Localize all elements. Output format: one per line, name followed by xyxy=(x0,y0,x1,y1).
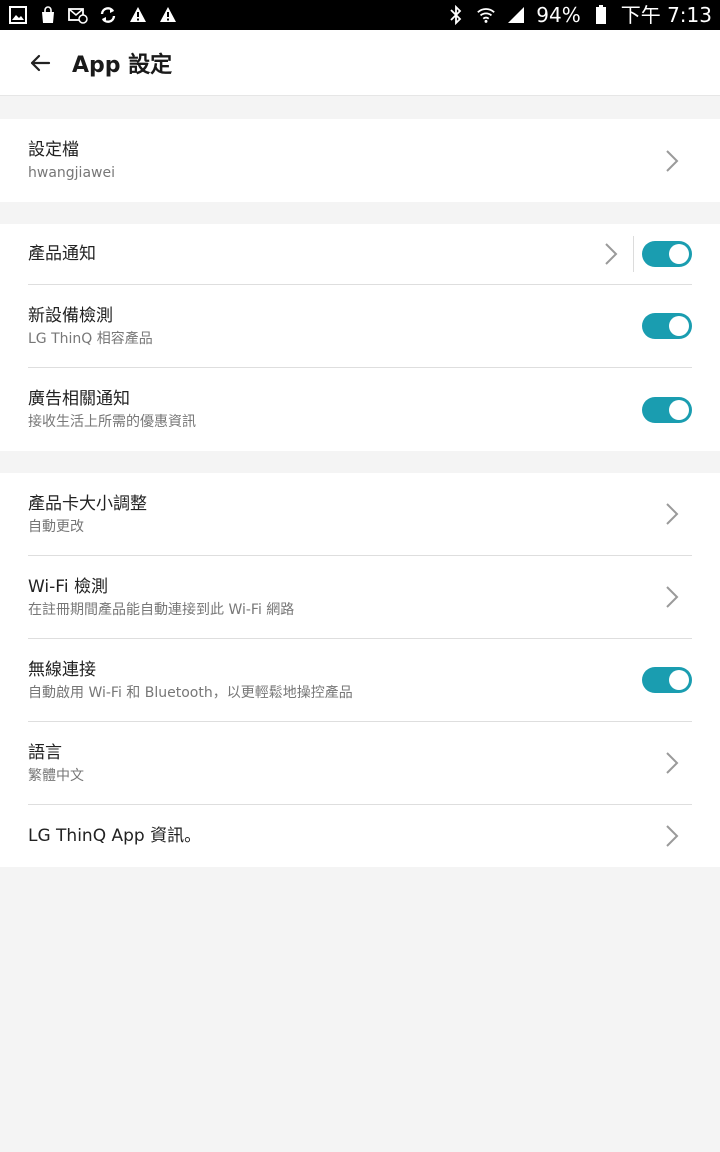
wireless-connection-row[interactable]: 無線連接 自動啟用 Wi-Fi 和 Bluetooth，以更輕鬆地操控產品 xyxy=(28,639,692,722)
product-notification-title: 產品通知 xyxy=(28,244,96,264)
product-notification-row[interactable]: 產品通知 xyxy=(28,224,692,285)
new-device-detection-subtitle: LG ThinQ 相容產品 xyxy=(28,330,153,347)
toggle-knob xyxy=(669,670,689,690)
signal-icon xyxy=(506,5,526,25)
language-value: 繁體中文 xyxy=(28,767,84,784)
general-section: 產品卡大小調整 自動更改 Wi-Fi 檢測 在註冊期間產品能自動連接到此 Wi-… xyxy=(0,473,720,867)
new-device-detection-row[interactable]: 新設備檢測 LG ThinQ 相容產品 xyxy=(28,285,692,368)
status-bar-left xyxy=(8,5,178,25)
warning-icon xyxy=(158,5,178,25)
product-notification-controls xyxy=(599,236,692,272)
chevron-right-icon[interactable] xyxy=(599,242,623,266)
wifi-detection-row[interactable]: Wi-Fi 檢測 在註冊期間產品能自動連接到此 Wi-Fi 網路 xyxy=(28,556,692,639)
profile-row[interactable]: 設定檔 hwangjiawei xyxy=(28,119,692,202)
app-bar: App 設定 xyxy=(0,30,720,96)
wifi-icon xyxy=(476,5,496,25)
toggle-knob xyxy=(669,316,689,336)
wireless-connection-toggle[interactable] xyxy=(642,667,692,693)
chevron-right-icon xyxy=(660,585,684,609)
page-title: App 設定 xyxy=(72,52,173,78)
battery-icon xyxy=(591,5,611,25)
status-bar: 94% 下午 7:13 xyxy=(0,0,720,30)
new-device-detection-toggle[interactable] xyxy=(642,313,692,339)
back-button[interactable] xyxy=(12,35,68,91)
toggle-knob xyxy=(669,399,689,420)
product-notification-toggle[interactable] xyxy=(642,241,692,267)
language-row[interactable]: 語言 繁體中文 xyxy=(28,722,692,805)
app-info-row[interactable]: LG ThinQ App 資訊。 xyxy=(28,805,692,867)
chevron-right-icon xyxy=(660,502,684,526)
bluetooth-icon xyxy=(446,5,466,25)
gallery-icon xyxy=(8,5,28,25)
ad-notification-subtitle: 接收生活上所需的優惠資訊 xyxy=(28,414,196,430)
battery-percent: 94% xyxy=(536,3,581,27)
toggle-knob xyxy=(669,244,689,264)
card-size-title: 產品卡大小調整 xyxy=(28,493,147,514)
language-title: 語言 xyxy=(28,742,62,763)
arrow-left-icon xyxy=(30,54,51,71)
warning-icon xyxy=(128,5,148,25)
mail-icon xyxy=(68,5,88,25)
wireless-connection-title: 無線連接 xyxy=(28,659,96,680)
chevron-right-icon xyxy=(660,149,684,173)
wifi-detection-subtitle: 在註冊期間產品能自動連接到此 Wi-Fi 網路 xyxy=(28,601,295,618)
new-device-detection-title: 新設備檢測 xyxy=(28,305,113,326)
app-info-title: LG ThinQ App 資訊。 xyxy=(28,826,202,846)
ad-notification-row[interactable]: 廣告相關通知 接收生活上所需的優惠資訊 xyxy=(28,368,692,451)
wifi-detection-title: Wi-Fi 檢測 xyxy=(28,576,108,597)
ad-notification-toggle[interactable] xyxy=(642,396,692,423)
clock: 下午 7:13 xyxy=(620,3,712,27)
bag-icon xyxy=(38,5,58,25)
profile-section: 設定檔 hwangjiawei xyxy=(0,119,720,202)
wireless-connection-subtitle: 自動啟用 Wi-Fi 和 Bluetooth，以更輕鬆地操控產品 xyxy=(28,684,353,701)
divider xyxy=(633,236,634,272)
card-size-subtitle: 自動更改 xyxy=(28,518,84,535)
sync-icon xyxy=(98,5,118,25)
card-size-row[interactable]: 產品卡大小調整 自動更改 xyxy=(28,473,692,556)
profile-username: hwangjiawei xyxy=(28,165,115,181)
profile-title: 設定檔 xyxy=(28,140,79,160)
chevron-right-icon xyxy=(660,824,684,848)
status-bar-right: 94% 下午 7:13 xyxy=(446,0,712,30)
chevron-right-icon xyxy=(660,751,684,775)
notifications-section: 產品通知 新設備檢測 LG ThinQ 相容產品 廣告相關通知 接收生活上所需的… xyxy=(0,224,720,451)
ad-notification-title: 廣告相關通知 xyxy=(28,389,130,409)
